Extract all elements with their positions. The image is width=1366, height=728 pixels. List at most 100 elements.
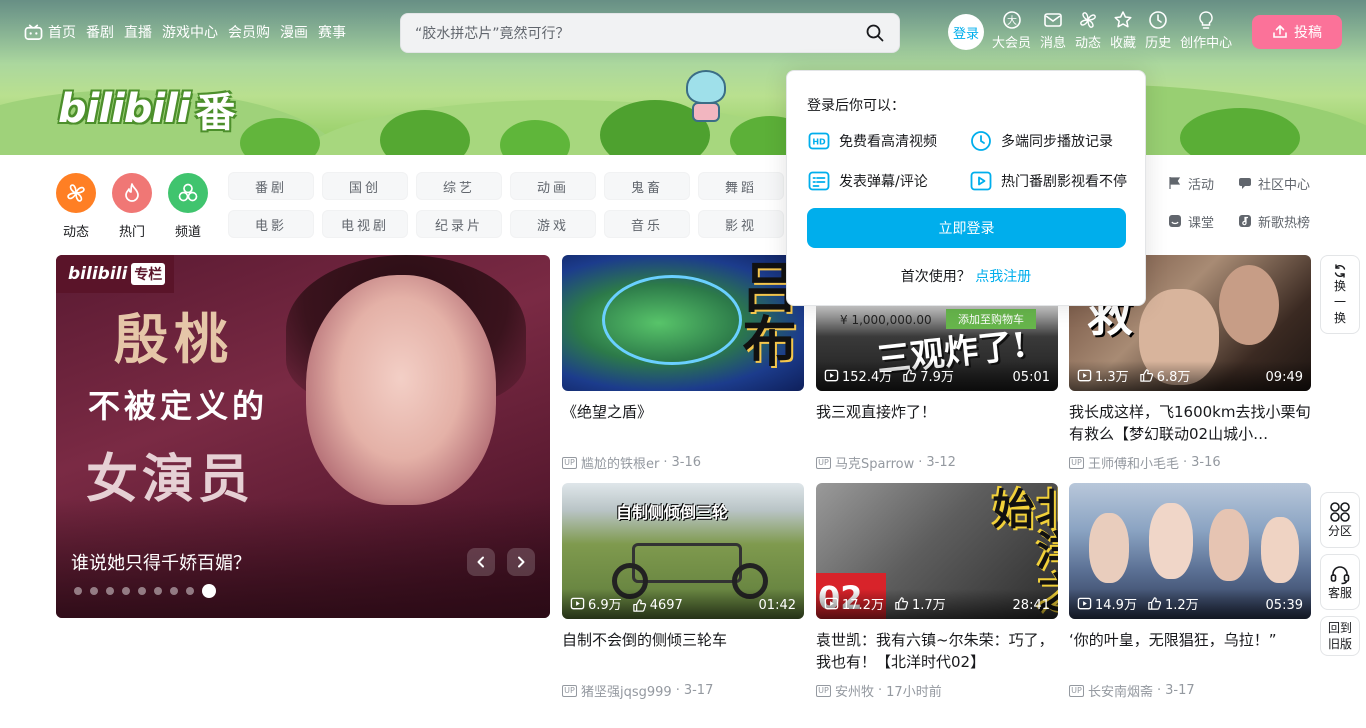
carousel-dot[interactable]: [106, 587, 114, 595]
nav-live[interactable]: 直播: [124, 22, 152, 42]
carousel-caption[interactable]: 谁说她只得千娇百媚？: [71, 549, 251, 575]
video-title[interactable]: 袁世凯：我有六镇~尔朱荣：巧了，我也有！【北洋时代02】: [816, 629, 1058, 673]
refresh-button[interactable]: 换 一 换: [1320, 255, 1360, 334]
video-author[interactable]: 猪坚强jqsg999: [581, 681, 672, 700]
nav-vip-shop[interactable]: 会员购: [228, 22, 270, 42]
video-likes: 4697: [649, 598, 683, 613]
video-card[interactable]: 02 北洋之始 17.2万 1.7万 28:41 袁世凯：我有六镇~尔朱荣：巧了…: [816, 483, 1058, 700]
feature-hd-label: 免费看高清视频: [839, 134, 937, 150]
channel-anime[interactable]: 番剧: [228, 172, 314, 200]
video-title[interactable]: 我长成这样，飞1600km去找小栗旬有救么【梦幻联动02山城小…: [1069, 401, 1311, 445]
search-icon[interactable]: [865, 23, 885, 43]
old-version-button[interactable]: 回到 旧版: [1320, 616, 1360, 656]
category-button[interactable]: 分区: [1320, 492, 1360, 548]
nav-home[interactable]: 首页: [24, 22, 76, 42]
video-meta: UP 猪坚强jqsg999 · 3-17: [562, 681, 804, 700]
carousel-headline-2: 不被定义的: [88, 387, 269, 425]
svg-text:大: 大: [1007, 14, 1017, 27]
video-author[interactable]: 马克Sparrow: [835, 453, 914, 472]
channel-hot[interactable]: 热门: [110, 173, 154, 240]
link-community-label: 社区中心: [1258, 177, 1311, 193]
old-version-label-1: 回到: [1327, 621, 1352, 635]
link-community[interactable]: 社区中心: [1238, 172, 1324, 194]
carousel-dot[interactable]: [202, 584, 216, 598]
channel-film[interactable]: 影视: [698, 210, 784, 238]
refresh-label-3: 换: [1333, 310, 1346, 325]
video-card[interactable]: 14.9万 1.2万 05:39 ‘你的叶皇，无限猖狂，乌拉！” UP 长安南烟…: [1069, 483, 1311, 700]
video-author[interactable]: 长安南烟斋: [1088, 681, 1153, 700]
video-card[interactable]: 吕布 《绝望之盾》 UP 尴尬的铁根er · 3-16: [562, 255, 804, 472]
video-title[interactable]: 自制不会倒的侧倾三轮车: [562, 629, 804, 673]
channel-music[interactable]: 音乐: [604, 210, 690, 238]
video-meta: UP 长安南烟斋 · 3-17: [1069, 681, 1311, 700]
channel-grid: 番剧 国创 综艺 动画 鬼畜 舞蹈 电影 电视剧 纪录片 游戏 音乐 影视: [228, 172, 784, 238]
channel-kichiku[interactable]: 鬼畜: [604, 172, 690, 200]
login-now-button[interactable]: 立即登录: [807, 208, 1126, 248]
video-thumbnail[interactable]: 自制侧倾倒三轮 6.9万 4697 01:42: [562, 483, 804, 619]
feature-anime: 热门番剧影视看不停: [969, 169, 1127, 193]
video-title[interactable]: ‘你的叶皇，无限猖狂，乌拉！”: [1069, 629, 1311, 673]
carousel-prev-button[interactable]: [467, 548, 495, 576]
play-count-icon: [570, 597, 585, 610]
nav-dynamic[interactable]: 动态: [1075, 10, 1101, 51]
nav-favorites-label: 收藏: [1110, 36, 1137, 51]
thumb-person: [1149, 503, 1193, 579]
login-avatar-button[interactable]: 登录: [948, 14, 984, 50]
carousel-dot[interactable]: [138, 587, 146, 595]
nav-history[interactable]: 历史: [1145, 10, 1171, 51]
channel-game[interactable]: 游戏: [510, 210, 596, 238]
nav-messages[interactable]: 消息: [1040, 10, 1066, 51]
video-card[interactable]: 自制侧倾倒三轮 6.9万 4697 01:42 自制不会倒的侧倾三轮车 UP 猪…: [562, 483, 804, 700]
feature-sync-label: 多端同步播放记录: [1001, 134, 1113, 150]
channel-variety[interactable]: 综艺: [416, 172, 502, 200]
video-author[interactable]: 王师傅和小毛毛: [1088, 453, 1179, 472]
channel-guochuang[interactable]: 国创: [322, 172, 408, 200]
video-thumbnail[interactable]: 吕布: [562, 255, 804, 391]
video-thumbnail[interactable]: 14.9万 1.2万 05:39: [1069, 483, 1311, 619]
carousel-dot[interactable]: [170, 587, 178, 595]
link-classroom[interactable]: 课堂: [1168, 210, 1238, 232]
nav-favorites[interactable]: 收藏: [1110, 10, 1136, 51]
nav-creator-center[interactable]: 创作中心: [1180, 10, 1232, 51]
nav-anime[interactable]: 番剧: [86, 22, 114, 42]
search-input[interactable]: “胶水拼芯片”竟然可行？: [415, 23, 865, 43]
channel-channels[interactable]: 频道: [166, 173, 210, 240]
carousel-next-button[interactable]: [507, 548, 535, 576]
customer-service-button[interactable]: 客服: [1320, 554, 1360, 610]
upload-button[interactable]: 投稿: [1252, 15, 1342, 49]
nav-vip[interactable]: 大 大会员: [992, 10, 1031, 51]
category-label: 分区: [1327, 524, 1352, 538]
video-author[interactable]: 安州牧: [835, 681, 874, 700]
carousel-dot[interactable]: [154, 587, 162, 595]
up-icon: UP: [562, 684, 577, 697]
thumbs-up-icon: [903, 369, 917, 382]
channel-dance[interactable]: 舞蹈: [698, 172, 784, 200]
search-bar[interactable]: “胶水拼芯片”竟然可行？: [400, 13, 900, 53]
channel-dynamic[interactable]: 动态: [54, 173, 98, 240]
channel-documentary[interactable]: 纪录片: [416, 210, 502, 238]
channel-movie[interactable]: 电影: [228, 210, 314, 238]
nav-esports[interactable]: 赛事: [318, 22, 346, 42]
carousel-dot[interactable]: [90, 587, 98, 595]
headset-icon: [1330, 566, 1350, 585]
grid-icon: [1330, 502, 1350, 522]
carousel-dot[interactable]: [122, 587, 130, 595]
video-title[interactable]: 《绝望之盾》: [562, 401, 804, 445]
featured-carousel[interactable]: bilibili 专栏 殷桃 不被定义的 女演员 谁说她只得千娇百媚？: [56, 255, 550, 618]
video-title[interactable]: 我三观直接炸了！: [816, 401, 1058, 445]
play-count-icon: [824, 597, 839, 610]
channel-tv[interactable]: 电视剧: [322, 210, 408, 238]
carousel-dot[interactable]: [186, 587, 194, 595]
video-author[interactable]: 尴尬的铁根er: [581, 453, 659, 472]
link-new-songs[interactable]: 新歌热榜: [1238, 210, 1324, 232]
video-thumbnail[interactable]: 02 北洋之始 17.2万 1.7万 28:41: [816, 483, 1058, 619]
register-link[interactable]: 点我注册: [975, 269, 1031, 285]
nav-game-center[interactable]: 游戏中心: [162, 22, 218, 42]
video-meta: UP 王师傅和小毛毛 · 3-16: [1069, 453, 1311, 472]
nav-manga[interactable]: 漫画: [280, 22, 308, 42]
bilibili-logo[interactable]: bilibili 番: [58, 80, 236, 138]
link-activity[interactable]: 活动: [1168, 172, 1238, 194]
meta-separator: ·: [1183, 455, 1188, 470]
carousel-dot[interactable]: [74, 587, 82, 595]
channel-animation[interactable]: 动画: [510, 172, 596, 200]
